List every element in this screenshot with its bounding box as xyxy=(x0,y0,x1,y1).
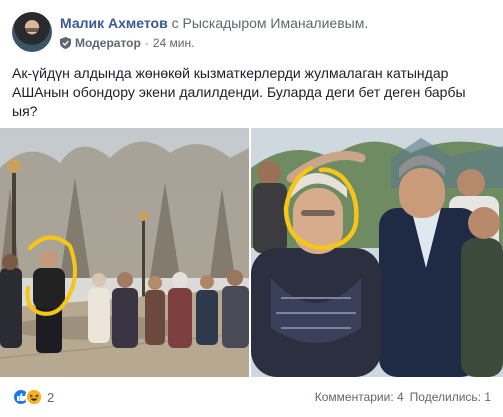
shield-icon xyxy=(60,37,71,49)
comments-count-link[interactable]: Комментарии: 4 xyxy=(315,390,404,404)
photo-right[interactable] xyxy=(251,128,503,377)
post-stats: Комментарии: 4 Поделились: 1 xyxy=(315,390,491,404)
post-footer: 2 Комментарии: 4 Поделились: 1 xyxy=(12,383,491,411)
post-time-link[interactable]: 24 мин. xyxy=(153,36,195,50)
author-line: Малик Ахметов с Рыскадыром Иманалиевым. xyxy=(60,15,368,31)
haha-icon xyxy=(25,388,43,406)
meta-separator: · xyxy=(144,36,149,50)
photo-left[interactable] xyxy=(0,128,249,377)
post-text: Ак-үйдүн алдында жөнөкөй кызматкерлерди … xyxy=(12,65,466,119)
shares-count-link[interactable]: Поделились: 1 xyxy=(410,390,491,404)
post-header: Малик Ахметов с Рыскадыром Иманалиевым. … xyxy=(12,12,491,56)
author-name-link[interactable]: Малик Ахметов xyxy=(60,15,168,31)
post-photos xyxy=(0,128,503,377)
post-meta: Модератор · 24 мин. xyxy=(60,36,194,50)
woman-and-politician-photo xyxy=(251,128,503,377)
moderator-badge: Модератор xyxy=(75,36,141,50)
post-card: Малик Ахметов с Рыскадыром Иманалиевым. … xyxy=(0,0,503,417)
reaction-count: 2 xyxy=(47,389,55,405)
reactions-summary[interactable]: 2 xyxy=(12,388,54,406)
avatar[interactable] xyxy=(12,12,52,52)
crowd-street-photo xyxy=(0,128,249,377)
tagged-with-text[interactable]: с Рыскадыром Иманалиевым. xyxy=(172,15,369,31)
